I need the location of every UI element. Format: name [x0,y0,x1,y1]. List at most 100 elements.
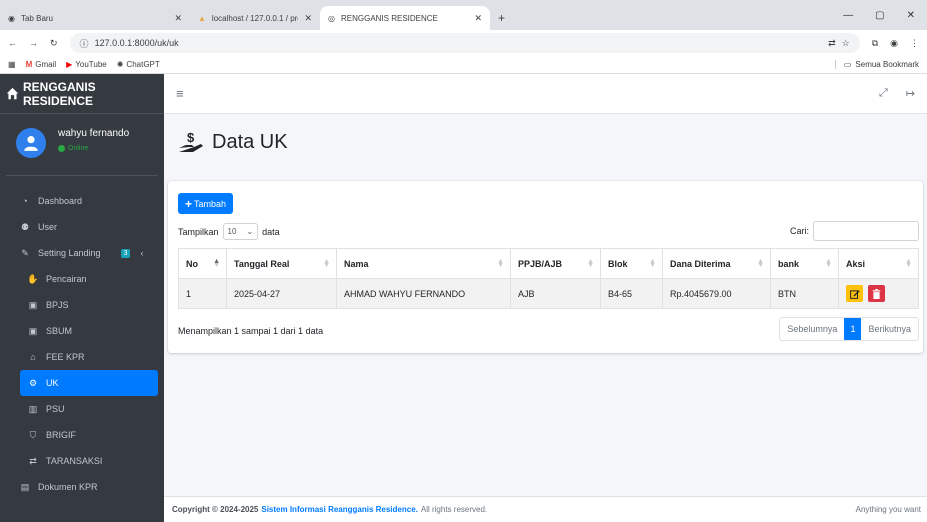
browser-tab-active[interactable]: ◎ RENGGANIS RESIDENCE ✕ [320,6,490,30]
cogs-icon: ⚙ [28,377,38,388]
menu-icon[interactable]: ⋮ [910,38,919,49]
pagination-prev[interactable]: Sebelumnya [780,318,844,340]
add-button[interactable]: + Tambah [178,193,234,214]
city-icon: ▥ [28,403,38,414]
tab-favicon-icon: ◉ [8,13,15,23]
edit-button[interactable] [846,285,863,302]
logout-icon[interactable]: ↦ [906,87,915,100]
sidebar-item-uk[interactable]: ⚙ UK [20,370,158,396]
column-header-no[interactable]: No ▲ ▼ [178,248,227,279]
maximize-icon[interactable]: ▢ [875,10,884,21]
pagination-page-1[interactable]: 1 [844,318,862,340]
tab-favicon-icon: ◎ [328,13,335,23]
sort-icon: ▲ ▼ [905,258,912,269]
extensions-icon[interactable]: ⧉ [872,38,878,49]
chevron-down-icon: ⌄ [246,227,254,236]
top-navbar: ≡ ⤢ ↦ [164,74,927,114]
brand[interactable]: RENGGANIS RESIDENCE [0,74,164,114]
reload-icon[interactable]: ↻ [50,38,58,49]
apps-icon[interactable]: ▦ [8,60,16,69]
sidebar-item-dashboard[interactable]: ◔ Dashboard [6,188,158,214]
url-field[interactable]: ⓘ 127.0.0.1:8000/uk/uk ⇄ ☆ [69,33,860,53]
column-header-dana[interactable]: Dana Diterima ▲ ▼ [662,248,771,279]
back-icon[interactable]: ← [8,38,17,48]
sidebar-item-bpjs[interactable]: ▣ BPJS [6,292,158,318]
sidebar-item-setting-landing[interactable]: ✎ Setting Landing 3 ‹ [6,240,158,266]
sidebar-item-pencairan[interactable]: ✋ Pencairan [6,266,158,292]
youtube-icon: ▶ [66,60,73,69]
column-header-nama[interactable]: Nama ▲ ▼ [336,248,511,279]
cell-aksi [838,278,919,309]
bookmark-gmail[interactable]: M Gmail [26,60,57,69]
pagination-next[interactable]: Berikutnya [861,318,918,340]
tab-favicon-icon: ▲ [198,13,206,23]
sidebar-item-fee-kpr[interactable]: ⌂ FEE KPR [6,344,158,370]
bookmarks-bar: ▦ M Gmail ▶ YouTube ✺ ChatGPT ▭ Semua Bookma… [0,56,927,74]
page-length-select[interactable]: 10 ⌄ [222,223,259,240]
pagination: Sebelumnya 1 Berikutnya [779,317,919,341]
browser-tab-phpmyadmin[interactable]: ▲ localhost / 127.0.0.1 / properti ✕ [190,6,320,30]
window-controls: — ▢ ✕ [843,0,927,30]
exchange-icon: ⇄ [29,455,37,466]
search-input[interactable] [813,221,919,241]
footer: Copyright © 2024-2025 Sistem Informasi R… [164,496,927,522]
column-header-ppjb[interactable]: PPJB/AJB ▲ ▼ [510,248,601,279]
tab-close-icon[interactable]: ✕ [174,13,182,24]
cell-bank: BTN [770,278,839,309]
fullscreen-icon[interactable]: ⤢ [879,87,888,100]
site-info-icon[interactable]: ⓘ [80,37,89,50]
tab-close-icon[interactable]: ✕ [474,13,482,24]
avatar[interactable] [16,128,46,158]
users-icon: ⚉ [20,221,30,232]
new-tab-button[interactable]: + [490,6,513,30]
sidebar-item-brigif[interactable]: ⛉ BRIGIF [6,422,158,448]
browser-tab-new[interactable]: ◉ Tab Baru ✕ [0,6,190,30]
edit-icon: ✎ [21,247,29,258]
column-header-tanggal[interactable]: Tanggal Real ▲ ▼ [226,248,337,279]
star-icon[interactable]: ☆ [842,38,850,49]
user-status: Online [58,145,129,152]
sidebar-item-dokumen-kpr[interactable]: ▤ Dokumen KPR [6,474,158,500]
chatgpt-icon: ✺ [116,60,124,69]
footer-link[interactable]: Sistem Informasi Reangganis Residence. [261,505,418,514]
sidebar-item-sbum[interactable]: ▣ SBUM [6,318,158,344]
column-header-aksi[interactable]: Aksi ▲ ▼ [838,248,919,279]
sidebar-item-taransaksi[interactable]: ⇄ TARANSAKSI [6,448,158,474]
building-icon: ▣ [28,325,38,336]
minimize-icon[interactable]: — [843,10,853,21]
sort-icon: ▲ ▼ [323,258,330,269]
column-header-blok[interactable]: Blok ▲ ▼ [600,248,663,279]
cell-nama: AHMAD WAHYU FERNANDO [336,278,511,309]
translate-icon[interactable]: ⇄ [828,38,836,49]
user-name[interactable]: wahyu fernando [58,128,129,139]
bookmark-youtube[interactable]: ▶ YouTube [66,60,107,69]
sort-icon: ▲ ▼ [497,258,504,269]
file-icon: ▤ [20,481,30,492]
edit-icon [849,289,860,299]
sort-icon: ▲ ▼ [587,258,594,269]
gmail-icon: M [25,60,33,69]
home-icon: ⌂ [30,352,36,362]
address-bar: ← → ↻ ⓘ 127.0.0.1:8000/uk/uk ⇄ ☆ ⧉ ◉ ⋮ [0,30,927,56]
plus-icon: + [185,196,193,211]
column-header-bank[interactable]: bank ▲ ▼ [770,248,839,279]
browser-tab-bar: ◉ Tab Baru ✕ ▲ localhost / 127.0.0.1 / p… [0,0,927,30]
brand-text: RENGGANIS RESIDENCE [23,79,96,108]
all-bookmarks[interactable]: ▭ Semua Bookmark [834,60,919,69]
page-length-control: Tampilkan 10 ⌄ data [178,223,280,240]
profile-icon[interactable]: ◉ [890,38,898,49]
hamburger-menu-icon[interactable]: ≡ [176,86,184,101]
sidebar-item-psu[interactable]: ▥ PSU [6,396,158,422]
close-window-icon[interactable]: ✕ [907,10,915,21]
sidebar-item-user[interactable]: ⚉ User [6,214,158,240]
delete-button[interactable] [867,285,885,302]
table-row: 1 2025-04-27 AHMAD WAHYU FERNANDO AJB B4… [178,278,919,309]
bookmark-chatgpt[interactable]: ✺ ChatGPT [117,60,160,69]
forward-icon[interactable]: → [29,38,38,48]
chevron-left-icon: ‹ [140,248,144,258]
cell-ppjb: AJB [510,278,601,309]
tab-close-icon[interactable]: ✕ [304,13,312,24]
table-info: Menampilkan 1 sampai 1 dari 1 data [178,326,324,336]
svg-text:$: $ [187,130,195,145]
cell-no: 1 [178,278,227,309]
